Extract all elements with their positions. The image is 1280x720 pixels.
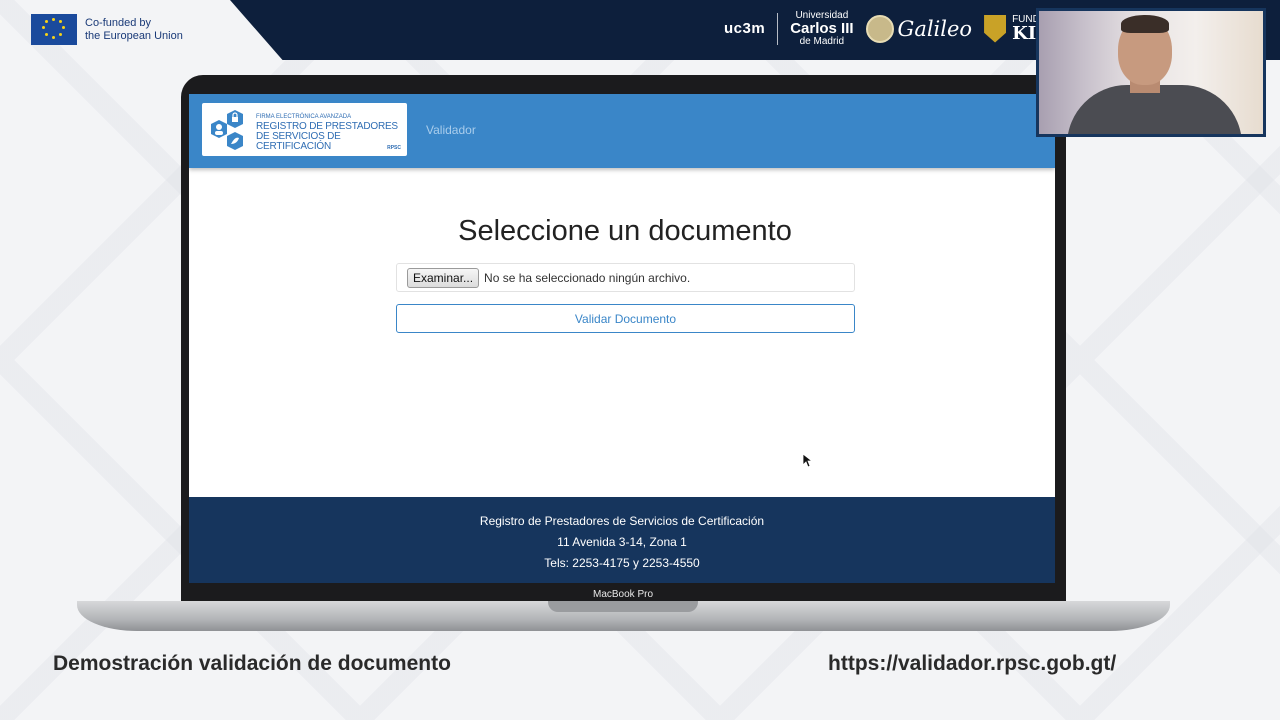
file-input[interactable]: Examinar... No se ha seleccionado ningún… — [396, 263, 855, 292]
uc3m-name-line3: de Madrid — [799, 36, 845, 47]
kinal-shield-icon — [984, 14, 1007, 43]
nav-link-validador[interactable]: Validador — [426, 123, 476, 137]
site-footer: Registro de Prestadores de Servicios de … — [189, 497, 1055, 583]
eu-text-line1: Co-funded by — [85, 16, 152, 29]
browse-file-button[interactable]: Examinar... — [407, 267, 480, 288]
site-navbar: FIRMA ELECTRÓNICA AVANZADA REGISTRO DE P… — [189, 94, 1055, 168]
uc3m-logo: uc3m — [724, 20, 766, 37]
footer-phones: Tels: 2253-4175 y 2253-4550 — [544, 556, 700, 570]
eu-text-line2: the European Union — [85, 29, 183, 42]
slide-caption: Demostración validación de documento — [53, 652, 451, 675]
footer-address: 11 Avenida 3-14, Zona 1 — [557, 535, 687, 549]
footer-org-name: Registro de Prestadores de Servicios de … — [479, 514, 765, 528]
presenter-webcam — [1036, 8, 1266, 137]
logo-divider — [777, 12, 779, 45]
file-status-text: No se ha seleccionado ningún archivo. — [484, 270, 691, 285]
sponsor-logos: uc3m Universidad Carlos III de Madrid Ga… — [724, 10, 1079, 47]
eu-funding-logo: Co-funded by the European Union — [31, 14, 183, 45]
validate-document-button[interactable]: Validar Documento — [396, 304, 855, 333]
browser-screen: FIRMA ELECTRÓNICA AVANZADA REGISTRO DE P… — [189, 94, 1055, 583]
galileo-seal-icon — [865, 14, 894, 43]
eu-funding-text: Co-funded by the European Union — [85, 17, 183, 43]
uc3m-university-name: Universidad Carlos III de Madrid — [790, 10, 853, 47]
logo-tagline: FIRMA ELECTRÓNICA AVANZADA — [256, 114, 352, 120]
galileo-wordmark: Galileo — [897, 16, 973, 41]
presenter-hair — [1121, 15, 1169, 33]
logo-title-line2: DE SERVICIOS DE CERTIFICACIÓN — [256, 131, 341, 152]
slide-url-caption: https://validador.rpsc.gob.gt/ — [828, 652, 1117, 675]
eu-flag-icon — [31, 14, 77, 45]
device-label: MacBook Pro — [592, 589, 654, 600]
laptop-notch — [548, 601, 698, 612]
mouse-cursor-icon — [803, 454, 813, 468]
galileo-logo: Galileo — [865, 14, 973, 43]
logo-abbreviation: RPSC — [387, 145, 401, 151]
page-title: Seleccione un documento — [458, 215, 792, 247]
uc3m-name-line2: Carlos III — [790, 20, 854, 37]
hexagon-logo-icon — [211, 110, 243, 150]
rpsc-logo[interactable]: FIRMA ELECTRÓNICA AVANZADA REGISTRO DE P… — [202, 103, 407, 156]
